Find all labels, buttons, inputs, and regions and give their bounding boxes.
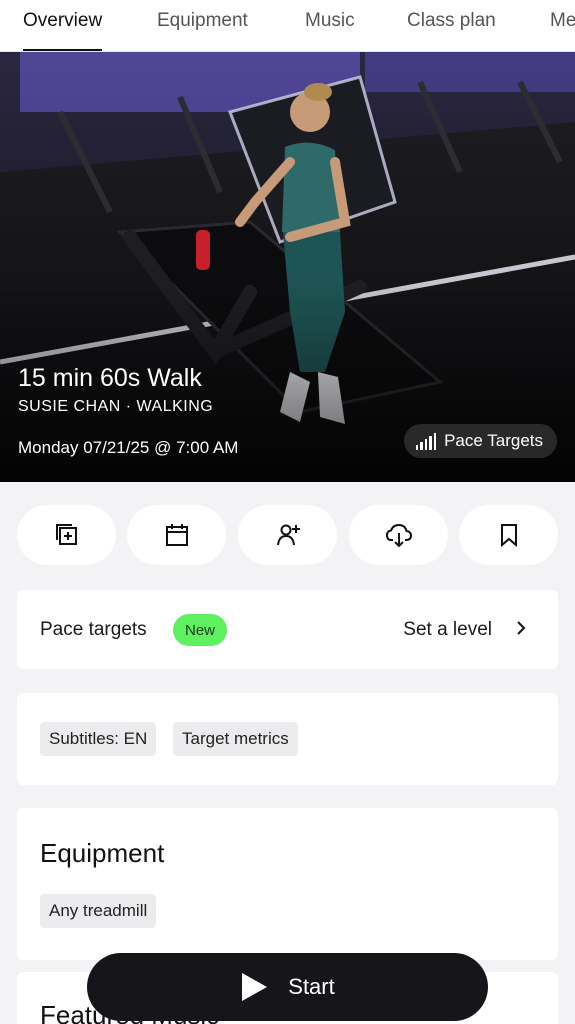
add-to-stack-button[interactable]: [17, 505, 116, 565]
class-subtitle: SUSIE CHAN · WALKING: [18, 398, 214, 415]
pace-targets-label: Pace targets: [40, 619, 147, 640]
bookmark-icon: [500, 524, 517, 548]
tab-bar: Overview Equipment Music Class plan Me: [0, 0, 575, 52]
start-button[interactable]: Start: [87, 953, 488, 1021]
bookmark-button[interactable]: [459, 505, 558, 565]
cloud-download-icon: [385, 523, 412, 548]
add-stack-icon: [55, 524, 77, 545]
tab-music[interactable]: Music: [305, 8, 355, 51]
equipment-title: Equipment: [40, 838, 165, 868]
class-datetime: Monday 07/21/25 @ 7:00 AM: [18, 438, 239, 457]
add-person-icon: [276, 524, 300, 546]
tab-more[interactable]: Me: [550, 8, 575, 51]
play-icon: [242, 973, 268, 1001]
equipment-tag: Any treadmill: [40, 894, 157, 928]
target-metrics-tag: Target metrics: [173, 722, 298, 756]
set-level-link[interactable]: Set a level: [403, 619, 492, 641]
chevron-right-icon: [517, 621, 526, 635]
calendar-icon: [165, 524, 188, 546]
equipment-card: Equipment Any treadmill: [17, 808, 558, 960]
class-title: 15 min 60s Walk: [18, 364, 202, 392]
pace-targets-chip[interactable]: Pace Targets: [403, 424, 557, 458]
signal-bars-icon: [415, 432, 437, 450]
schedule-button[interactable]: [127, 505, 226, 565]
download-button[interactable]: [349, 505, 448, 565]
tab-class-plan[interactable]: Class plan: [407, 8, 496, 51]
subtitles-tag: Subtitles: EN: [40, 722, 157, 756]
pace-targets-card[interactable]: Pace targets New Set a level: [17, 590, 558, 669]
start-button-label: Start: [288, 974, 335, 999]
pace-targets-chip-label: Pace Targets: [444, 431, 543, 450]
class-features-card: Subtitles: EN Target metrics: [17, 693, 558, 785]
action-row: [17, 505, 558, 565]
tab-equipment[interactable]: Equipment: [157, 8, 248, 51]
tab-overview[interactable]: Overview: [23, 8, 103, 51]
new-badge: New: [173, 614, 227, 646]
invite-friends-button[interactable]: [238, 505, 337, 565]
class-hero[interactable]: 15 min 60s Walk SUSIE CHAN · WALKING Mon…: [0, 52, 575, 482]
